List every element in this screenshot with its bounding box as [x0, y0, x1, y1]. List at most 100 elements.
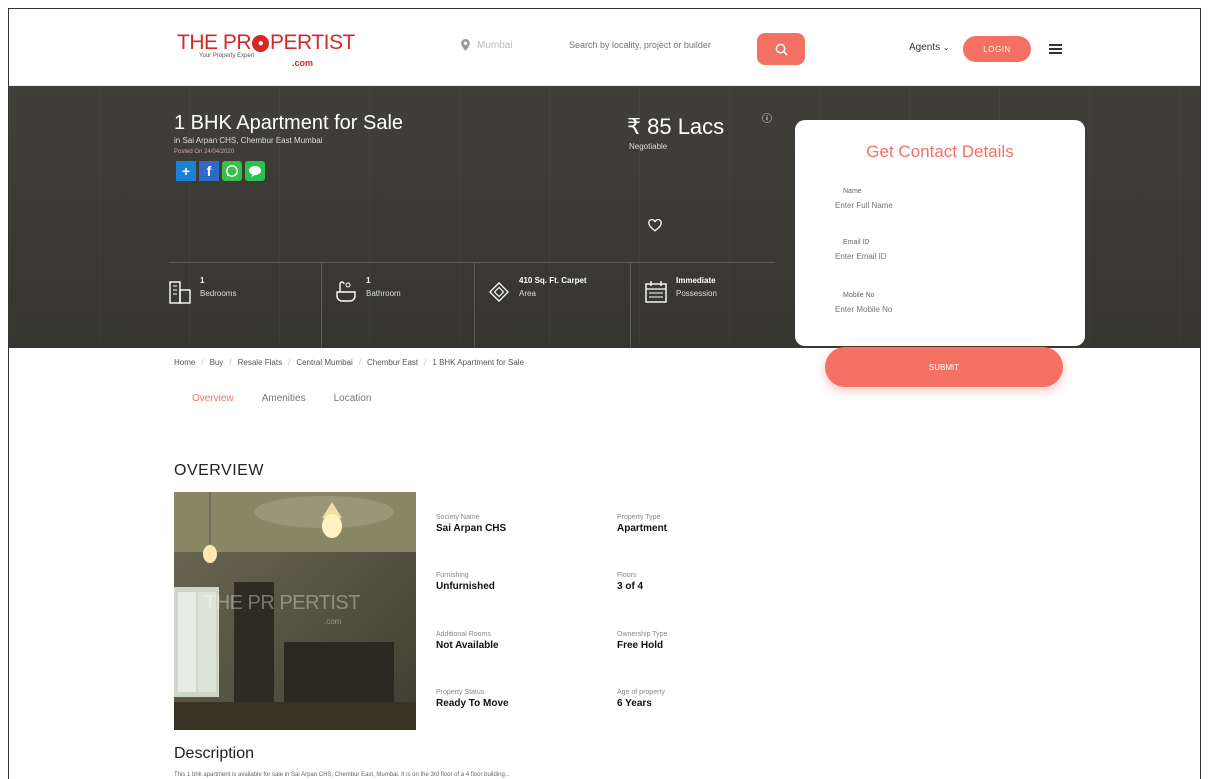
info-icon[interactable]: ⓘ — [762, 110, 772, 125]
agents-menu[interactable]: Agents ⌄ — [909, 42, 950, 53]
detail-label: Floors — [617, 572, 637, 579]
location-label: Mumbai — [477, 39, 513, 51]
detail-furnishing: Furnishing Unfurnished — [436, 572, 495, 592]
search-button[interactable] — [757, 33, 805, 65]
share-plus-icon[interactable]: + — [176, 161, 196, 181]
detail-label: Ownership Type — [617, 631, 668, 638]
detail-label: Property Type — [617, 514, 661, 521]
mobile-field[interactable] — [835, 305, 1045, 314]
breadcrumb-item[interactable]: Central Mumbai — [296, 358, 352, 367]
detail-value: Sai Arpan CHS — [436, 523, 507, 534]
share-buttons: + f — [176, 161, 265, 181]
detail-society-name: Society Name Sai Arpan CHS — [436, 514, 506, 534]
agents-label: Agents — [909, 42, 941, 53]
mobile-label: Mobile No — [843, 292, 875, 299]
search-input[interactable] — [569, 36, 749, 54]
location-pin-icon — [461, 39, 470, 51]
detail-value: 3 of 4 — [617, 581, 644, 592]
breadcrumb-separator: / — [229, 358, 232, 367]
logo-pin-icon: ● — [252, 34, 270, 52]
detail-label: Age of property — [617, 689, 665, 696]
facebook-icon[interactable]: f — [199, 161, 219, 181]
stat-value: 1 — [200, 276, 205, 285]
bathroom-icon — [336, 281, 356, 302]
stat-label: Area — [519, 289, 536, 298]
stat-label: Bathroom — [366, 289, 401, 298]
property-photo[interactable]: THE PR PERTIST .com — [174, 492, 416, 730]
stat-label: Possession — [676, 289, 717, 298]
breadcrumb-item[interactable]: Buy — [210, 358, 224, 367]
login-button[interactable]: LOGIN — [963, 36, 1031, 62]
stat-bathrooms: 1 Bathroom — [335, 276, 401, 321]
detail-value: Not Available — [436, 640, 499, 651]
detail-ownership-type: Ownership Type Free Hold — [617, 631, 667, 651]
hamburger-menu-icon[interactable] — [1049, 44, 1062, 54]
stat-divider — [474, 262, 475, 348]
stat-divider — [321, 262, 322, 348]
tab-overview[interactable]: Overview — [192, 393, 234, 404]
photo-watermark: THE PR PERTIST — [204, 592, 361, 614]
breadcrumb-separator: / — [424, 358, 427, 367]
breadcrumb-separator: / — [201, 358, 204, 367]
bed-icon — [169, 281, 191, 304]
search-icon — [775, 43, 788, 56]
detail-value: Apartment — [617, 523, 668, 534]
detail-value: Unfurnished — [436, 581, 495, 592]
breadcrumb-item[interactable]: Home — [174, 358, 195, 367]
logo-text-end: PERTIST — [270, 31, 355, 54]
location-selector[interactable]: Mumbai — [461, 39, 513, 51]
tab-location[interactable]: Location — [334, 393, 372, 404]
description-heading: Description — [174, 745, 255, 762]
logo-suffix: .com — [292, 58, 314, 68]
breadcrumb-current: 1 BHK Apartment for Sale — [432, 358, 524, 367]
detail-label: Property Status — [436, 689, 485, 696]
photo-watermark-suffix: .com — [324, 617, 342, 626]
breadcrumb-separator: / — [288, 358, 291, 367]
stat-possession: Immediate Possession — [645, 276, 717, 321]
whatsapp-icon[interactable] — [222, 161, 242, 181]
detail-additional-rooms: Additional Rooms Not Available — [436, 631, 499, 651]
stat-value: Immediate — [676, 276, 716, 285]
property-title: 1 BHK Apartment for Sale — [174, 112, 404, 134]
property-subtitle: in Sai Arpan CHS, Chembur East Mumbai — [174, 136, 323, 145]
heart-icon[interactable] — [648, 219, 662, 232]
detail-label: Society Name — [436, 514, 480, 521]
price-note: Negotiable — [629, 142, 668, 151]
site-header: THE PR ● PERTIST Your Property Expert .com… — [9, 9, 1200, 86]
breadcrumb-item[interactable]: Resale Flats — [238, 358, 282, 367]
browser-page: THE PR ● PERTIST Your Property Expert .com… — [8, 8, 1201, 779]
detail-value: Free Hold — [617, 640, 664, 651]
stat-value: 1 — [366, 276, 371, 285]
section-tabs: Overview Amenities Location — [192, 393, 399, 404]
calendar-icon — [645, 281, 667, 303]
detail-property-age: Age of property 6 Years — [617, 689, 665, 709]
contact-form-card: Get Contact Details Name Email ID Mobile… — [795, 120, 1085, 346]
breadcrumb-item[interactable]: Chembur East — [367, 358, 418, 367]
stat-bedrooms: 1 Bedrooms — [169, 276, 236, 321]
hero-divider — [169, 262, 775, 263]
breadcrumb: Home / Buy / Resale Flats / Central Mumbai /… — [174, 358, 524, 367]
detail-floors: Floors 3 of 4 — [617, 572, 643, 592]
property-price: ₹ 85 Lacs — [627, 114, 725, 139]
detail-value: Ready To Move — [436, 698, 509, 709]
line-icon[interactable] — [245, 161, 265, 181]
submit-button[interactable]: SUBMIT — [825, 347, 1063, 387]
chevron-down-icon: ⌄ — [942, 43, 950, 52]
breadcrumb-separator: / — [358, 358, 362, 367]
site-logo[interactable]: THE PR ● PERTIST Your Property Expert .com — [177, 31, 355, 68]
detail-property-type: Property Type Apartment — [617, 514, 667, 534]
tab-amenities[interactable]: Amenities — [262, 393, 306, 404]
email-label: Email ID — [843, 239, 870, 246]
name-label: Name — [843, 188, 862, 195]
area-icon — [489, 282, 509, 302]
stat-area: 410 Sq. Ft. Carpet Area — [488, 276, 587, 321]
stat-value: 410 Sq. Ft. Carpet — [519, 276, 587, 285]
name-field[interactable] — [835, 201, 1045, 210]
email-field[interactable] — [835, 252, 1045, 261]
posted-date: Posted On 24/04/2020 — [174, 149, 235, 155]
description-text: This 1 bhk apartment is available for sa… — [174, 772, 510, 778]
stat-divider — [630, 262, 631, 348]
contact-form-title: Get Contact Details — [866, 142, 1014, 161]
overview-heading: OVERVIEW — [174, 462, 264, 479]
detail-value: 6 Years — [617, 698, 652, 709]
